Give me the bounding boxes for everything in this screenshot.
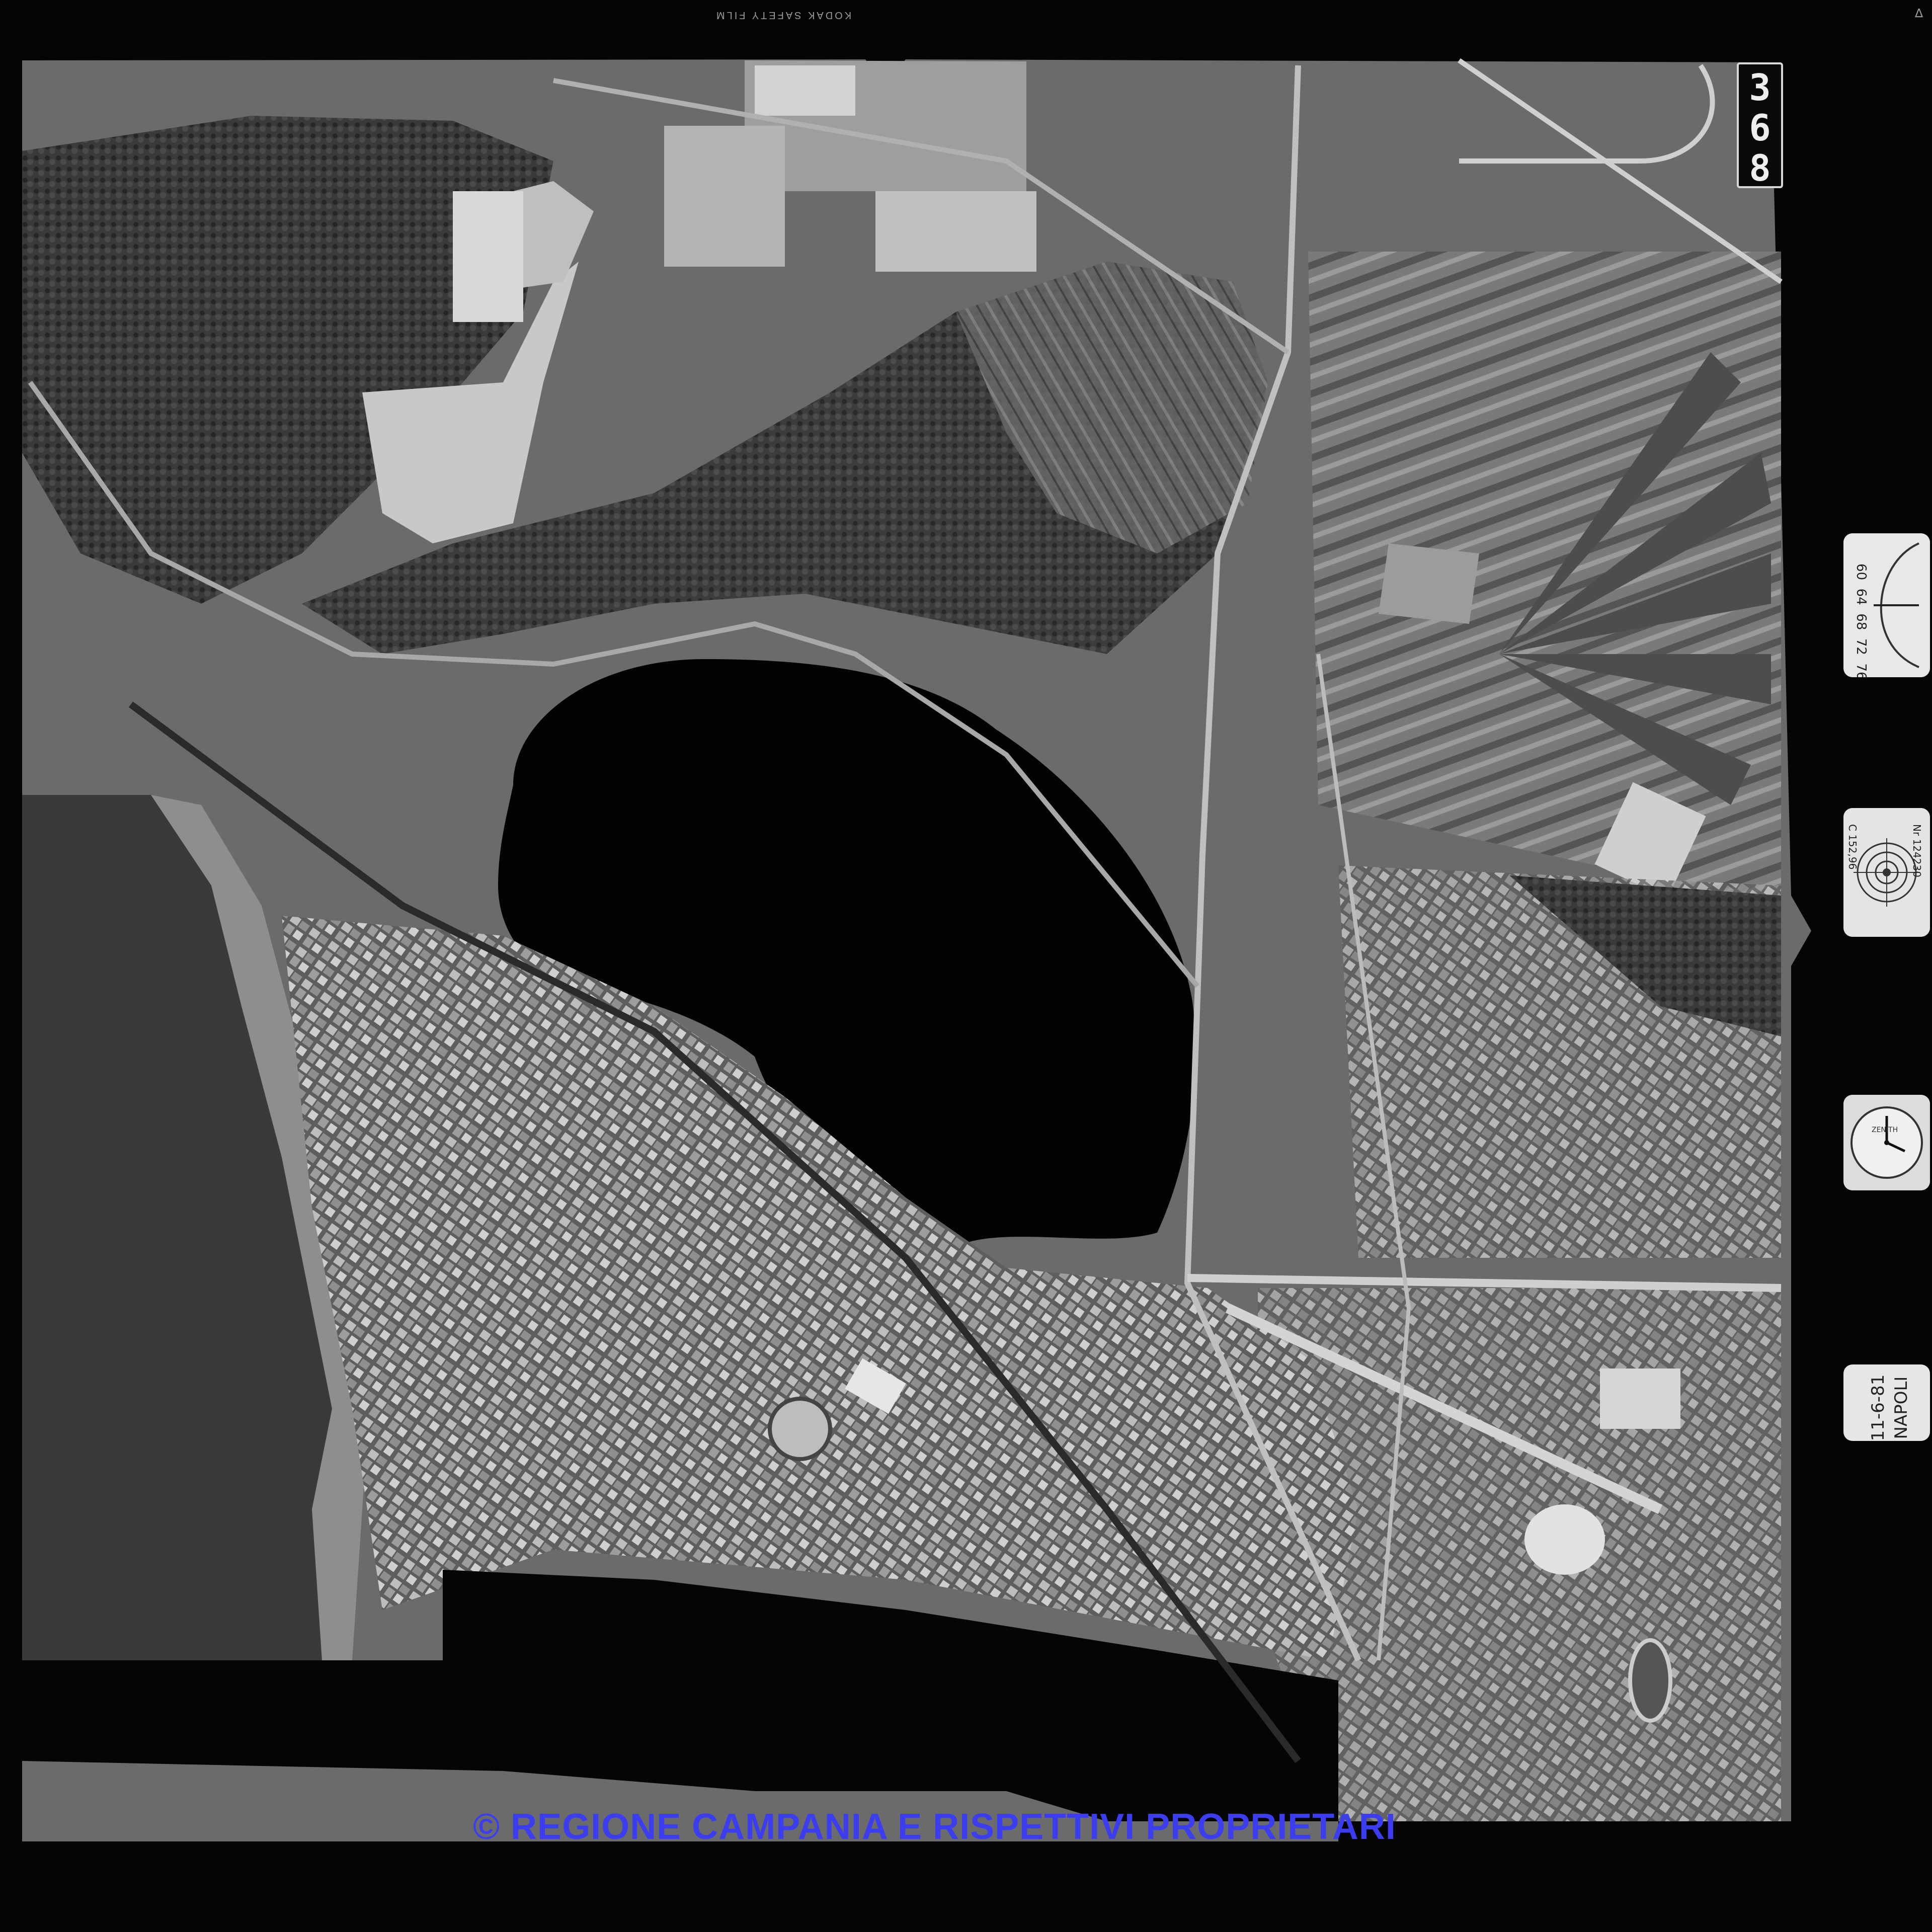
altimeter-dial-icon: 60 64 68 72 76 bbox=[1843, 533, 1930, 677]
frame-number-digit: 6 bbox=[1749, 107, 1771, 149]
frame-number-digit: 8 bbox=[1749, 147, 1771, 189]
focal-length: C 152,96 bbox=[1846, 824, 1859, 870]
aerial-photograph bbox=[22, 58, 1811, 1841]
frame-number: 3 6 8 bbox=[1737, 62, 1783, 188]
altimeter-tick: 72 bbox=[1854, 638, 1869, 655]
lens-serial: Nr 124230 bbox=[1911, 824, 1923, 877]
date-location-card: 11-6-81 NAPOLI bbox=[1843, 1364, 1930, 1441]
bubble-level-icon: Nr 124230 C 152,96 bbox=[1843, 808, 1930, 937]
aerial-photo-frame: KODAK SAFETY FILM ∇ 3 6 8 60 64 68 72 76… bbox=[0, 0, 1932, 1932]
altimeter-tick: 60 bbox=[1854, 564, 1869, 581]
flight-location: NAPOLI bbox=[1891, 1376, 1911, 1439]
altimeter-tick: 64 bbox=[1854, 588, 1869, 605]
flight-date: 11-6-81 bbox=[1868, 1374, 1888, 1441]
altimeter-tick: 68 bbox=[1854, 613, 1869, 630]
frame-number-digit: 3 bbox=[1749, 66, 1771, 109]
wristwatch-graphic bbox=[1843, 1095, 1930, 1190]
altimeter-scale: 60 64 68 72 76 bbox=[1854, 564, 1869, 677]
watch-brand: ZENITH bbox=[1872, 1126, 1898, 1134]
altimeter-tick: 76 bbox=[1854, 663, 1869, 678]
wristwatch-icon: ZENITH bbox=[1843, 1095, 1930, 1190]
date-location-text: 11-6-81 NAPOLI bbox=[1848, 1370, 1930, 1441]
copyright-watermark: © REGIONE CAMPANIA E RISPETTIVI PROPRIET… bbox=[473, 1807, 1396, 1847]
